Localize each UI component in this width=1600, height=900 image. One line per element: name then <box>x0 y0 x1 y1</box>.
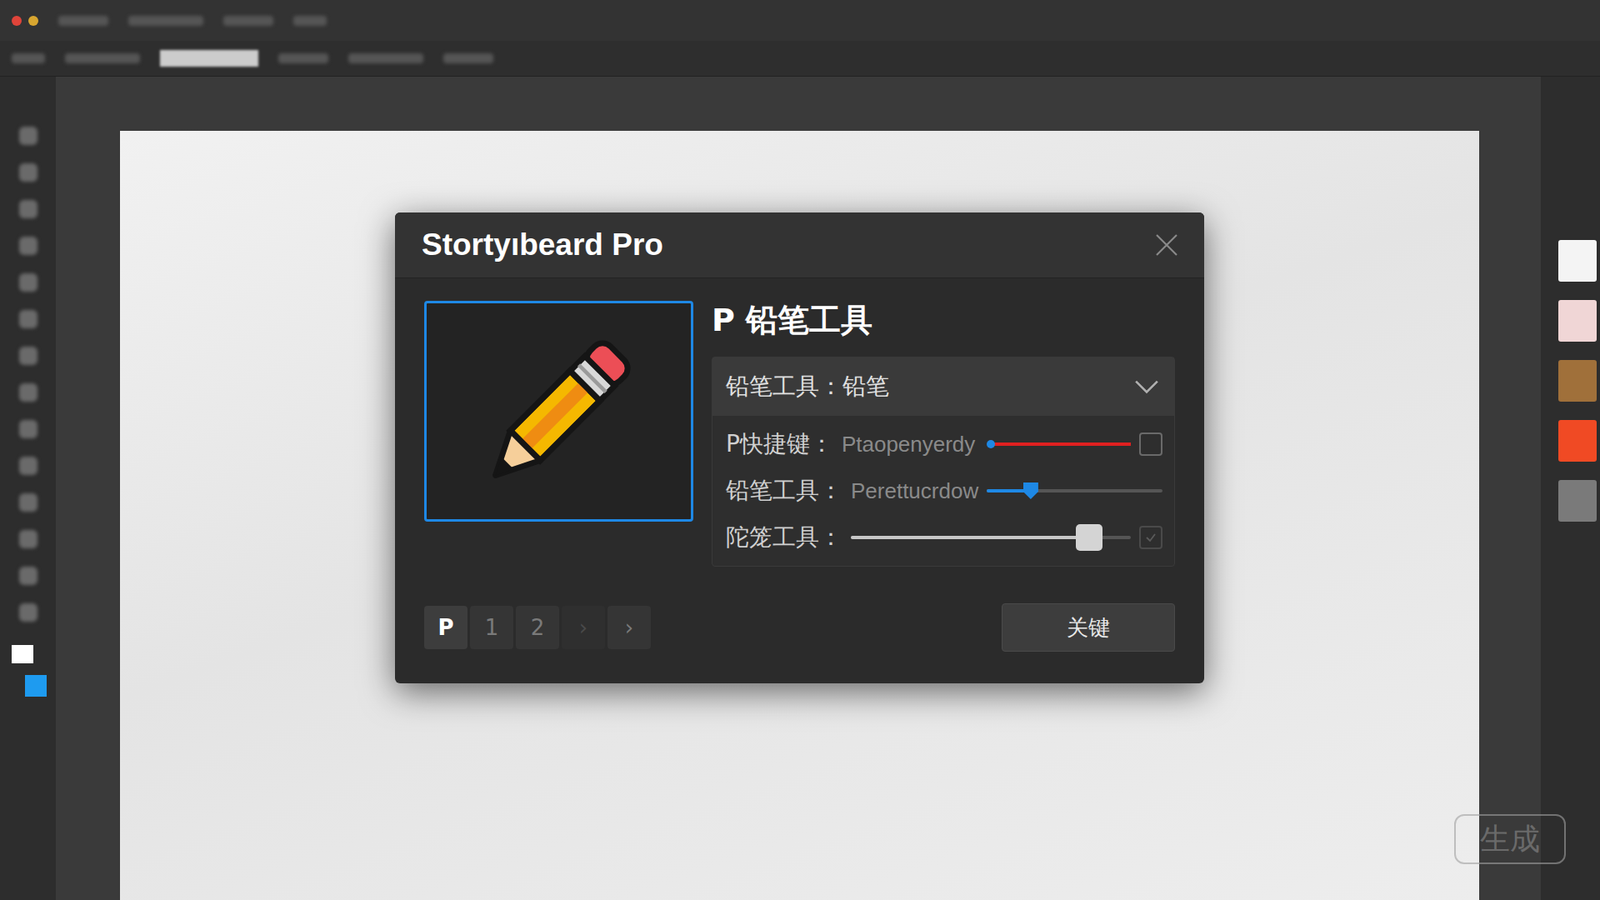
slider-fill <box>990 442 1131 446</box>
property-label: 铅笔工具： <box>725 475 843 507</box>
property-checkbox[interactable] <box>1139 525 1163 550</box>
tool-icon[interactable] <box>19 420 38 439</box>
color-picker <box>11 645 45 695</box>
foreground-color[interactable] <box>11 645 34 664</box>
dialog-footer: P12›› 关键 <box>424 603 1175 652</box>
dropdown-value: 铅笔工具：铅笔 <box>725 370 890 403</box>
tool-icon[interactable] <box>19 126 38 145</box>
tool-icon[interactable] <box>19 200 38 219</box>
tool-icon[interactable] <box>19 273 38 292</box>
slider-thumb[interactable] <box>1075 524 1103 551</box>
confirm-button[interactable]: 关键 <box>1001 603 1175 652</box>
tool-option[interactable] <box>65 53 140 64</box>
property-row: 陀笼工具： <box>712 514 1175 561</box>
tool-option[interactable] <box>443 53 494 64</box>
dialog-title: Stortyıbeard Pro <box>421 227 664 263</box>
page-button[interactable]: P <box>424 605 468 650</box>
watermark: 生成 <box>1454 814 1566 865</box>
slider-fill <box>850 535 1090 540</box>
tool-option[interactable] <box>348 53 424 64</box>
tool-icon[interactable] <box>19 236 38 255</box>
page-button[interactable]: 2 <box>515 605 560 650</box>
minimize-dot-icon[interactable] <box>28 15 39 26</box>
property-row: 铅笔工具： Perettucrdow <box>712 467 1175 515</box>
tool-icon[interactable] <box>19 493 38 512</box>
close-dot-icon[interactable] <box>11 15 22 26</box>
page-button[interactable]: › <box>561 605 605 650</box>
color-swatch[interactable] <box>1558 480 1597 522</box>
color-swatch[interactable] <box>1558 420 1597 462</box>
tool-heading: P 铅笔工具 <box>711 299 1175 342</box>
menu-item[interactable] <box>58 15 109 26</box>
property-checkbox[interactable] <box>1139 432 1163 456</box>
tool-icon[interactable] <box>19 566 38 585</box>
menu-item[interactable] <box>128 15 204 26</box>
tool-option[interactable] <box>11 53 45 64</box>
page-button[interactable]: 1 <box>470 605 514 650</box>
property-label: 陀笼工具： <box>725 521 843 554</box>
option-field[interactable] <box>160 50 259 67</box>
property-slider[interactable] <box>850 529 1131 546</box>
tool-icon[interactable] <box>19 530 38 549</box>
tool-icon[interactable] <box>19 456 38 475</box>
options-bar <box>0 40 1600 77</box>
color-swatch[interactable] <box>1558 300 1597 342</box>
color-swatch[interactable] <box>1558 240 1597 282</box>
tool-info: P 铅笔工具 铅笔工具：铅笔 P快捷键： Ptaopenyerdy 铅笔工具： … <box>424 300 1175 567</box>
property-value: Perettucrdow <box>850 478 979 505</box>
tool-dialog: Stortyıbeard Pro P 铅笔工具 铅笔工具：铅笔 P快捷键： Pt… <box>395 212 1205 684</box>
property-slider[interactable] <box>986 482 1163 500</box>
tool-icon[interactable] <box>19 310 38 329</box>
pagination: P12›› <box>424 605 651 650</box>
menu-item[interactable] <box>293 15 327 26</box>
property-value: Ptaopenyerdy <box>841 431 975 458</box>
slider-track <box>986 489 1163 493</box>
background-color[interactable] <box>25 675 47 697</box>
property-list: P快捷键： Ptaopenyerdy 铅笔工具： Perettucrdow 陀笼… <box>712 415 1175 566</box>
close-icon[interactable] <box>1154 232 1180 258</box>
checkmark-icon <box>1142 529 1160 546</box>
tool-option[interactable] <box>278 53 329 64</box>
slider-track <box>983 442 1131 446</box>
properties-panel: 铅笔工具：铅笔 P快捷键： Ptaopenyerdy 铅笔工具： Perettu… <box>711 356 1175 567</box>
page-button[interactable]: › <box>607 605 651 650</box>
swatches-panel <box>1540 76 1600 900</box>
property-label: P快捷键： <box>725 428 834 460</box>
tool-icon[interactable] <box>19 346 38 365</box>
chevron-icon <box>1134 379 1160 395</box>
tool-dropdown[interactable]: 铅笔工具：铅笔 <box>712 357 1175 416</box>
tool-settings: P 铅笔工具 铅笔工具：铅笔 P快捷键： Ptaopenyerdy 铅笔工具： … <box>711 300 1175 567</box>
tool-icon[interactable] <box>19 603 38 622</box>
color-swatch[interactable] <box>1558 360 1597 402</box>
app-window: 生成 Stortyıbeard Pro P 铅笔工具 铅笔工具：铅笔 P快捷键：… <box>0 0 1600 900</box>
title-bar <box>0 0 1600 41</box>
slider-thumb[interactable] <box>986 440 995 449</box>
property-row: P快捷键： Ptaopenyerdy <box>712 420 1175 468</box>
menu-item[interactable] <box>223 15 274 26</box>
tool-icon[interactable] <box>19 163 38 182</box>
tools-panel <box>0 76 56 900</box>
pencil-icon <box>463 315 655 508</box>
tool-preview <box>424 300 694 522</box>
dialog-header: Stortyıbeard Pro <box>395 212 1205 279</box>
property-slider[interactable] <box>983 435 1131 453</box>
slider-thumb[interactable] <box>1023 482 1039 500</box>
tool-icon[interactable] <box>19 383 38 402</box>
dialog-body: P 铅笔工具 铅笔工具：铅笔 P快捷键： Ptaopenyerdy 铅笔工具： … <box>395 278 1205 684</box>
